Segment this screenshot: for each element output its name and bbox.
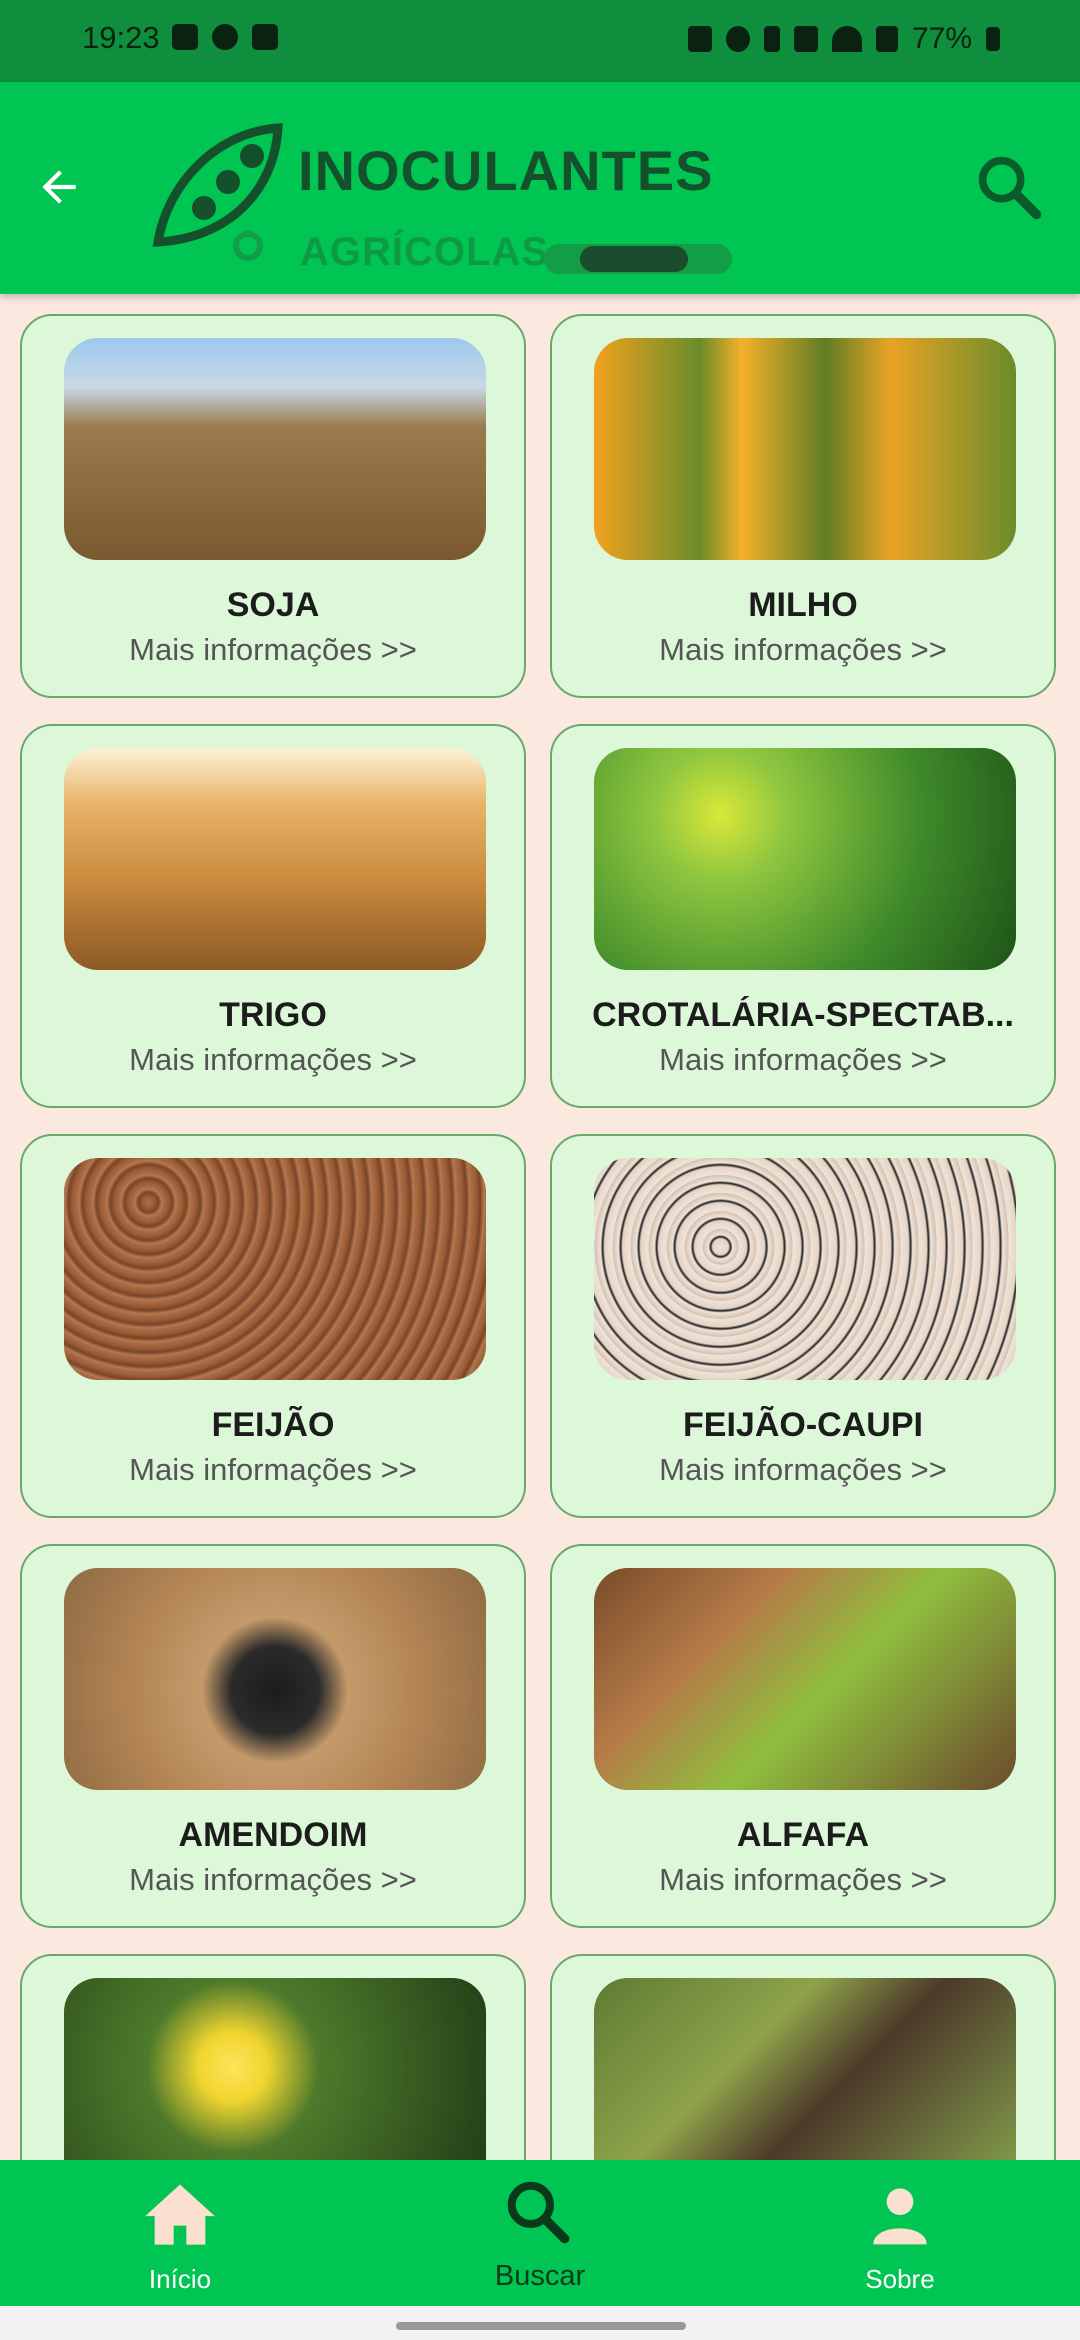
logo-bar [544,244,732,274]
card-title: MILHO [748,586,858,624]
card-title: FEIJÃO-CAUPI [683,1406,923,1444]
bottom-nav: Início Buscar Sobre [0,2160,1080,2306]
brown-beans-photo [64,1158,486,1380]
notification-icon [172,24,198,50]
more-info-link[interactable]: Mais informações >> [22,1452,524,1488]
black-eyed-peas-photo [594,1158,1016,1380]
more-info-link[interactable]: Mais informações >> [22,632,524,668]
status-right: 77% [687,22,1000,56]
status-bar: 19:23 77% [0,0,1080,82]
check-icon [252,24,278,50]
nav-search-label: Buscar [494,2260,586,2292]
card-title: CROTALÁRIA-SPECTAB... [592,996,1014,1034]
person-icon [873,2188,927,2245]
nav-search[interactable]: Buscar [440,2160,640,2306]
crop-card-milho[interactable]: MILHO Mais informações >> [550,314,1056,698]
vpn-icon [687,26,712,52]
card-title: SOJA [226,586,320,624]
wheat-field-photo [64,748,486,970]
logo-title: INOCULANTES [298,139,714,202]
notification-icons [172,24,278,50]
home-icon [145,2184,215,2245]
status-time: 19:23 [82,20,160,55]
battery-level: 77% [911,22,972,55]
card-title: ALFAFA [736,1816,870,1854]
crop-card-amendoim[interactable]: AMENDOIM Mais informações >> [20,1544,526,1928]
soybean-pods-photo [64,338,486,560]
crotalaria-plant-photo [594,748,1016,970]
search-icon[interactable] [970,148,1046,224]
logo-subtitle: AGRÍCOLAS [300,230,549,274]
card-title: AMENDOIM [178,1816,368,1854]
signal-icon [875,26,898,52]
nav-about[interactable]: Sobre [800,2160,1000,2306]
search-icon [507,2181,570,2244]
more-info-link[interactable]: Mais informações >> [22,1042,524,1078]
more-info-link[interactable]: Mais informações >> [552,1042,1054,1078]
wifi-icon [831,26,862,52]
pea-pod-icon [152,123,283,261]
peanuts-photo [64,1568,486,1790]
arrow-left-icon[interactable] [34,162,84,212]
more-info-link[interactable]: Mais informações >> [22,1862,524,1898]
app-bar: INOCULANTES AGRÍCOLAS [0,82,1080,294]
bluetooth-icon [763,26,780,52]
crop-grid: SOJA Mais informações >> MILHO Mais info… [20,314,1060,2338]
crop-card-alfafa[interactable]: ALFAFA Mais informações >> [550,1544,1056,1928]
card-title: FEIJÃO [211,1406,335,1444]
crop-card-feijao-caupi[interactable]: FEIJÃO-CAUPI Mais informações >> [550,1134,1056,1518]
corn-cobs-photo [594,338,1016,560]
card-title: TRIGO [219,996,327,1034]
mute-icon [793,26,818,52]
more-info-link[interactable]: Mais informações >> [552,1452,1054,1488]
alfalfa-sprouts-photo [594,1568,1016,1790]
home-indicator[interactable] [396,2322,686,2330]
crop-card-soja[interactable]: SOJA Mais informações >> [20,314,526,698]
crop-card-crotalaria[interactable]: CROTALÁRIA-SPECTAB... Mais informações >… [550,724,1056,1108]
alarm-icon [725,26,750,52]
crop-card-feijao[interactable]: FEIJÃO Mais informações >> [20,1134,526,1518]
nav-home[interactable]: Início [80,2160,280,2306]
nav-about-label: Sobre [865,2264,935,2294]
battery-icon [986,27,1000,51]
app-logo: INOCULANTES AGRÍCOLAS [148,122,738,274]
crop-card-trigo[interactable]: TRIGO Mais informações >> [20,724,526,1108]
notification-icon [212,24,238,50]
more-info-link[interactable]: Mais informações >> [552,1862,1054,1898]
nav-home-label: Início [148,2264,212,2294]
more-info-link[interactable]: Mais informações >> [552,632,1054,668]
